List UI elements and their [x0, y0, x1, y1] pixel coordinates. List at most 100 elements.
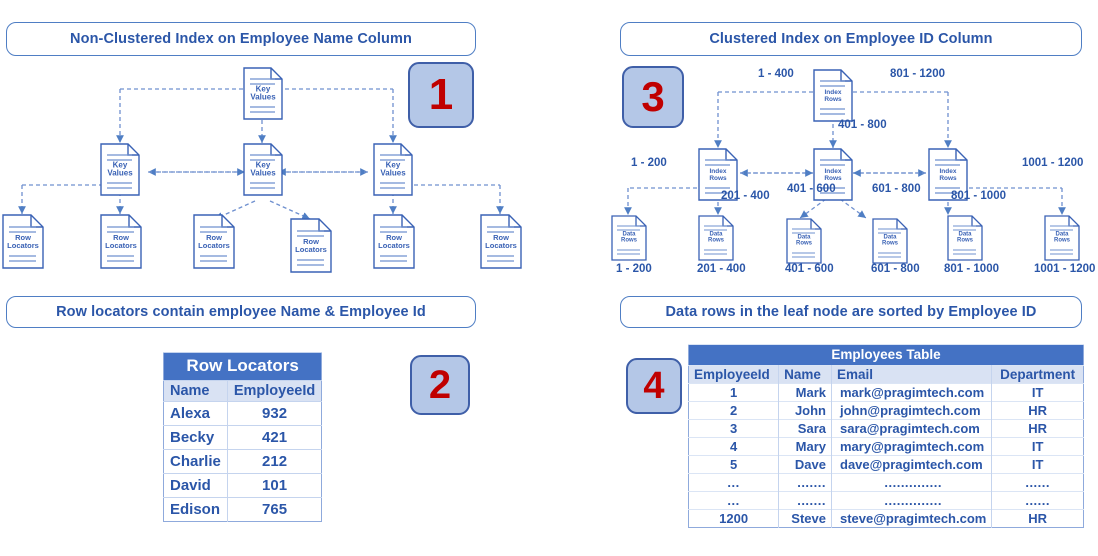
column-header-email: Email	[831, 365, 993, 384]
table-row: ... ....... .............. ......	[688, 473, 1084, 492]
cell-name: Mary	[778, 437, 832, 456]
column-header-employeeid: EmployeeId	[227, 380, 322, 402]
table-row: 2 John john@pragimtech.com HR	[688, 401, 1084, 420]
cell-email: sara@pragimtech.com	[831, 419, 993, 438]
cell-name: Steve	[778, 509, 832, 528]
edge-label-mid2-left: 401 - 600	[787, 183, 836, 195]
leaf-node-row-locators-6: Row Locators	[480, 214, 522, 269]
cell-email: mary@pragimtech.com	[831, 437, 993, 456]
index-node-mid-2: Key Values	[243, 143, 283, 196]
edge-label-root-left: 1 - 400	[758, 68, 794, 80]
left-panel-subtitle: Row locators contain employee Name & Emp…	[6, 296, 476, 328]
cell-name: David	[163, 473, 228, 498]
column-header-name: Name	[163, 380, 228, 402]
leaf-node-data-rows-5: Data Rows	[947, 215, 983, 261]
index-node-mid-1: Key Values	[100, 143, 140, 196]
cell-employeeid: 101	[262, 477, 288, 494]
table-row: 4 Mary mary@pragimtech.com IT	[688, 437, 1084, 456]
cell-name: Mark	[778, 383, 832, 402]
table-header-row: Name EmployeeId	[163, 380, 322, 402]
table-row: Alexa 932	[163, 401, 322, 426]
row-locators-table: Row Locators Name EmployeeId Alexa 932 B…	[163, 352, 323, 522]
edge-label-mid3-left: 801 - 1000	[951, 190, 1006, 202]
cell-email: john@pragimtech.com	[831, 401, 993, 420]
table-row: 1200 Steve steve@pragimtech.com HR	[688, 509, 1084, 528]
leaf-node-row-locators-5: Row Locators	[373, 214, 415, 269]
table-header-row: EmployeeId Name Email Department	[688, 365, 1084, 384]
cell-department: HR	[1028, 421, 1048, 436]
column-header-department: Department	[991, 365, 1084, 384]
table-row: 5 Dave dave@pragimtech.com IT	[688, 455, 1084, 474]
cell-department: ......	[1025, 493, 1050, 508]
edge-label-mid3-right: 1001 - 1200	[1022, 157, 1084, 169]
leaf-node-row-locators-2: Row Locators	[100, 214, 142, 269]
cell-employeeid: 1	[688, 383, 780, 402]
cell-email: ..............	[831, 491, 993, 510]
edge-label-root-right: 801 - 1200	[890, 68, 945, 80]
leaf-caption-5: 801 - 1000	[944, 263, 999, 275]
column-header-employeeid: EmployeeId	[688, 365, 780, 384]
cell-name: Alexa	[163, 401, 228, 426]
cell-employeeid: ...	[688, 491, 780, 510]
edge-label-root-mid: 401 - 800	[838, 119, 887, 131]
cell-department: IT	[1031, 457, 1044, 472]
cell-email: dave@pragimtech.com	[831, 455, 993, 474]
cell-employeeid: 932	[262, 405, 288, 422]
index-node-root: Key Values	[243, 67, 283, 120]
cell-department: ......	[1025, 475, 1050, 490]
cell-email: ..............	[831, 473, 993, 492]
employees-table: Employees Table EmployeeId Name Email De…	[688, 344, 1084, 528]
edge-label-mid2-right: 601 - 800	[872, 183, 921, 195]
cell-email: mark@pragimtech.com	[831, 383, 993, 402]
cell-name: Sara	[778, 419, 832, 438]
cell-department: HR	[1028, 511, 1048, 526]
cell-employeeid: 212	[262, 453, 288, 470]
leaf-node-data-rows-3: Data Rows	[786, 218, 822, 264]
edge-label-mid1-right: 201 - 400	[721, 190, 770, 202]
index-node-mid-3: Key Values	[373, 143, 413, 196]
table-row: 3 Sara sara@pragimtech.com HR	[688, 419, 1084, 438]
cell-name: .......	[778, 473, 832, 492]
leaf-node-data-rows-2: Data Rows	[698, 215, 734, 261]
cell-employeeid: 2	[688, 401, 780, 420]
step-badge-1: 1	[408, 62, 474, 128]
table-row: David 101	[163, 473, 322, 498]
leaf-node-data-rows-1: Data Rows	[611, 215, 647, 261]
cell-department: IT	[1031, 385, 1044, 400]
column-header-name: Name	[778, 365, 832, 384]
cell-email: steve@pragimtech.com	[831, 509, 993, 528]
table-row: Charlie 212	[163, 449, 322, 474]
leaf-caption-4: 601 - 800	[871, 263, 920, 275]
cell-name: .......	[778, 491, 832, 510]
cell-name: Charlie	[163, 449, 228, 474]
leaf-node-row-locators-3: Row Locators	[193, 214, 235, 269]
cell-employeeid: ...	[688, 473, 780, 492]
cell-employeeid: 1200	[688, 509, 780, 528]
index-node-root-clustered: Index Rows	[813, 69, 853, 122]
cell-department: HR	[1028, 403, 1048, 418]
cell-department: IT	[1031, 439, 1044, 454]
table-row: 1 Mark mark@pragimtech.com IT	[688, 383, 1084, 402]
cell-employeeid: 5	[688, 455, 780, 474]
leaf-caption-2: 201 - 400	[697, 263, 746, 275]
table-row: ... ....... .............. ......	[688, 491, 1084, 510]
leaf-node-row-locators-1: Row Locators	[2, 214, 44, 269]
leaf-node-row-locators-4: Row Locators	[290, 218, 332, 273]
step-badge-4: 4	[626, 358, 682, 414]
step-badge-3: 3	[622, 66, 684, 128]
cell-name: Edison	[163, 497, 228, 522]
table-row: Becky 421	[163, 425, 322, 450]
leaf-caption-1: 1 - 200	[616, 263, 652, 275]
leaf-node-data-rows-4: Data Rows	[872, 218, 908, 264]
table-caption: Row Locators	[163, 352, 322, 381]
leaf-caption-3: 401 - 600	[785, 263, 834, 275]
right-panel-subtitle: Data rows in the leaf node are sorted by…	[620, 296, 1082, 328]
leaf-caption-6: 1001 - 1200	[1034, 263, 1096, 275]
leaf-node-data-rows-6: Data Rows	[1044, 215, 1080, 261]
cell-employeeid: 4	[688, 437, 780, 456]
cell-employeeid: 765	[262, 501, 288, 518]
table-row: Edison 765	[163, 497, 322, 522]
table-caption: Employees Table	[688, 344, 1084, 366]
right-panel-title: Clustered Index on Employee ID Column	[620, 22, 1082, 56]
step-badge-2: 2	[410, 355, 470, 415]
